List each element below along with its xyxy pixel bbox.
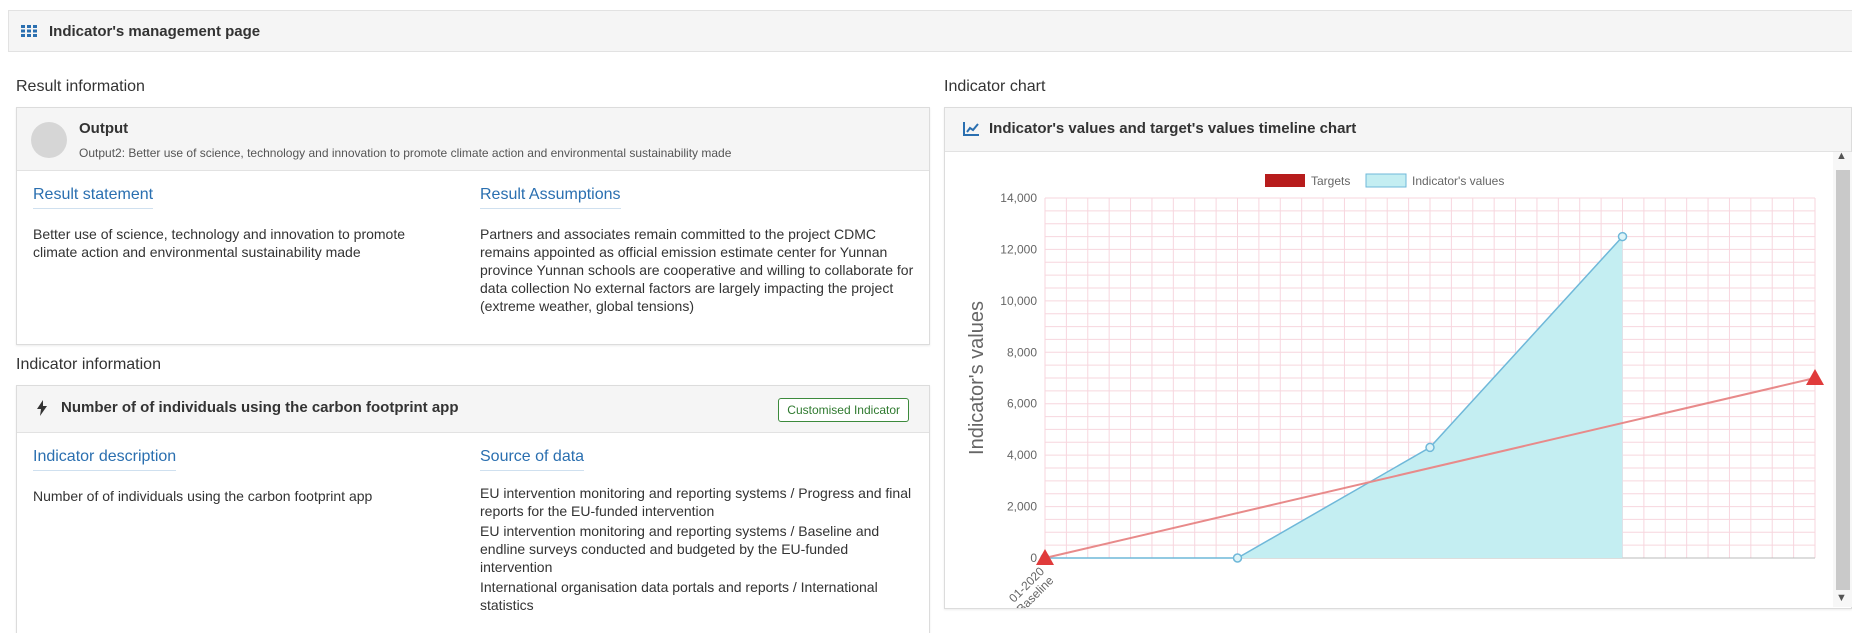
chart-title: Indicator's values and target's values t… [989,120,1357,137]
source-of-data-list: EU intervention monitoring and reporting… [480,484,916,616]
indicator-description-text: Number of of individuals using the carbo… [33,488,373,504]
y-tick-label: 6,000 [1007,397,1037,411]
grid-icon [21,25,37,37]
avatar [31,122,67,158]
result-assumptions-label[interactable]: Result Assumptions [480,186,621,209]
result-panel: Output Output2: Better use of science, t… [16,107,930,345]
y-tick-label: 14,000 [1000,191,1037,205]
source-of-data-label[interactable]: Source of data [480,448,585,471]
y-tick-label: 10,000 [1000,294,1037,308]
legend-label-targets: Targets [1311,174,1350,188]
y-axis-label: Indicator's values [966,301,988,455]
output-header: Output Output2: Better use of science, t… [17,108,929,171]
indicator-header: Number of of individuals using the carbo… [17,386,929,433]
value-point[interactable] [1617,231,1628,242]
page-header: Indicator's management page [8,10,1852,52]
target-point[interactable] [1806,369,1824,385]
indicator-panel: Number of of individuals using the carbo… [16,385,930,633]
values-area [1045,236,1623,559]
y-tick-label: 2,000 [1007,500,1037,514]
result-assumptions-text: Partners and associates remain committed… [480,226,914,314]
bolt-icon [37,400,47,416]
output-title: Output [79,120,129,137]
scroll-up-icon[interactable]: ▲ [1836,150,1847,162]
result-section-title: Result information [16,78,145,95]
result-statement-text: Better use of science, technology and in… [33,226,406,260]
y-tick-label: 12,000 [1000,242,1037,256]
indicator-description-label[interactable]: Indicator description [33,448,177,471]
x-tick-label-group: 01-2020Baseline [1006,564,1056,608]
legend-swatch-targets [1265,174,1305,187]
y-tick-label: 0 [1030,551,1037,565]
legend-swatch-values [1365,173,1407,188]
customised-indicator-badge: Customised Indicator [778,398,909,422]
source-item: International organisation data portals … [480,579,878,613]
chart-section-title: Indicator chart [944,78,1046,95]
source-item: EU intervention monitoring and reporting… [480,485,912,519]
scroll-down-icon[interactable]: ▼ [1836,592,1847,604]
source-item: EU intervention monitoring and reporting… [480,523,880,575]
indicator-chart: 02,0004,0006,0008,00010,00012,00014,000 … [966,173,1824,608]
result-statement-label[interactable]: Result statement [33,186,154,209]
scrollbar-thumb[interactable] [1836,170,1850,590]
chart-header: Indicator's values and target's values t… [945,108,1851,152]
output-subtitle: Output2: Better use of science, technolo… [79,146,732,160]
page-title: Indicator's management page [49,22,261,40]
y-tick-label: 8,000 [1007,345,1037,359]
indicator-title: Number of of individuals using the carbo… [61,399,459,416]
indicator-section-title: Indicator information [16,356,161,373]
line-chart-icon [963,122,979,136]
legend-label-values: Indicator's values [1412,174,1504,188]
y-tick-label: 4,000 [1007,448,1037,462]
value-point[interactable] [1425,442,1435,453]
value-point[interactable] [1232,553,1243,563]
